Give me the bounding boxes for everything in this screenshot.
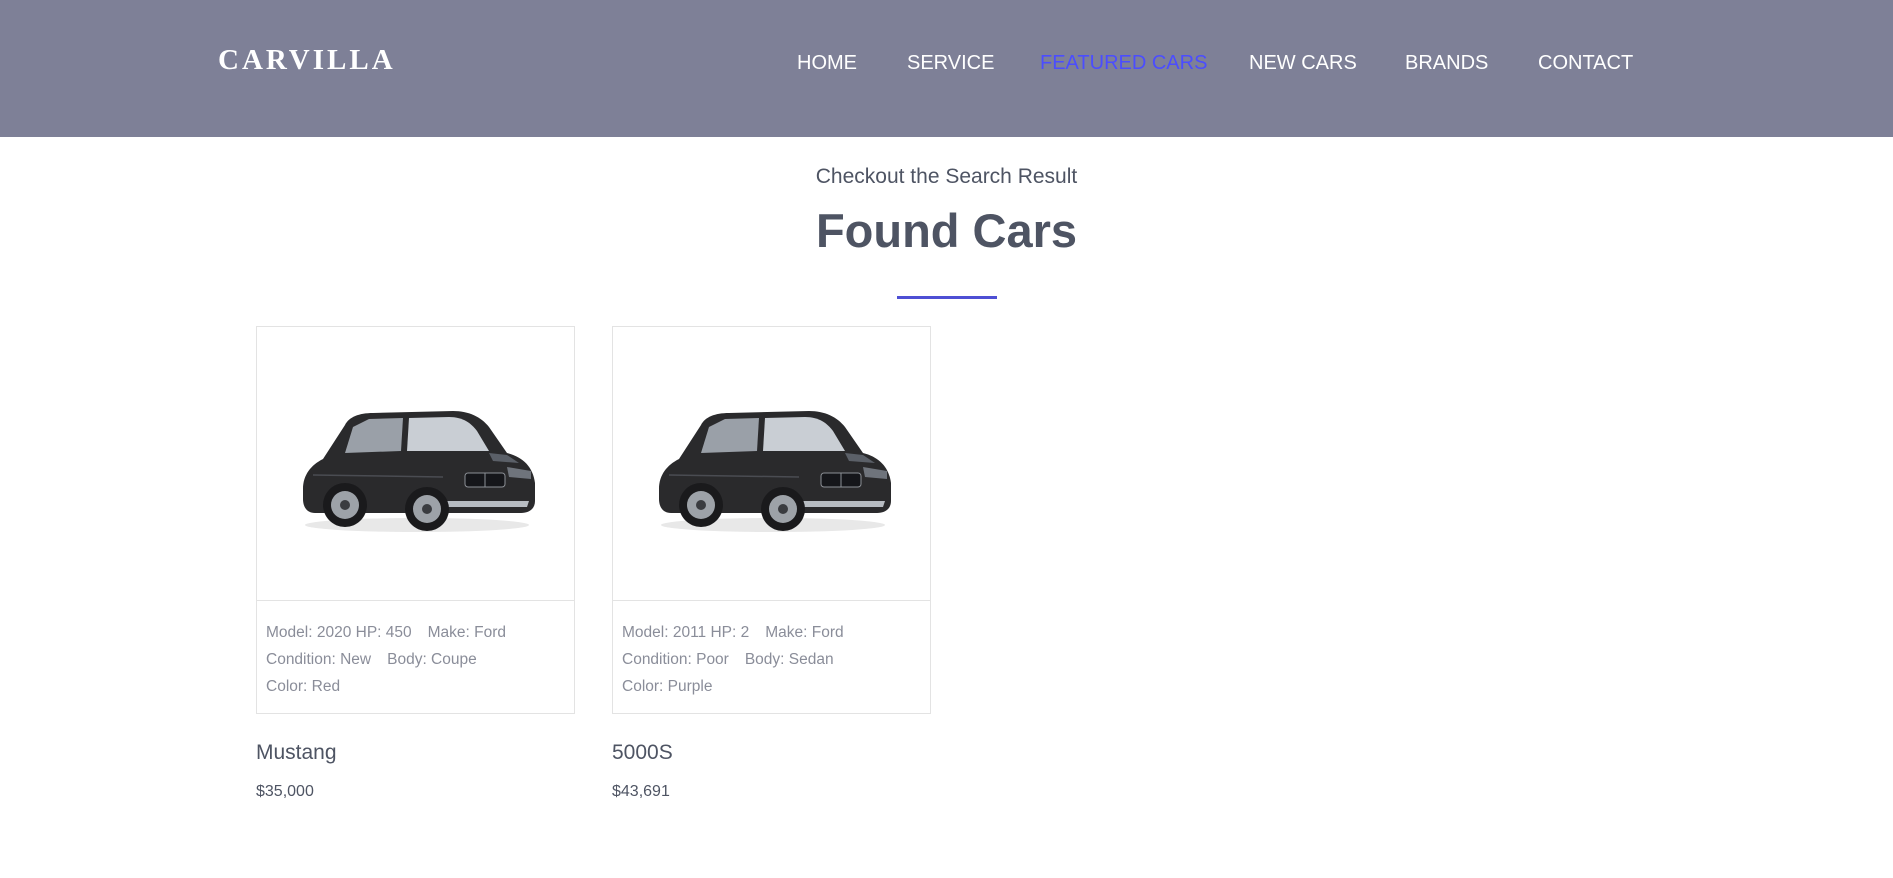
car-card[interactable]: Model: 2020 HP: 450 Make: Ford Condition:… (256, 326, 575, 714)
car-icon (659, 411, 891, 532)
nav-item-brands[interactable]: BRANDS (1405, 52, 1488, 75)
nav-item-new-cars[interactable]: NEW CARS (1249, 52, 1357, 75)
spec-color: Color: Red (266, 678, 341, 695)
spec-hp: HP: 2 (710, 624, 750, 641)
spec-body: Body: Coupe (387, 651, 477, 668)
spec-condition: Condition: Poor (622, 651, 729, 668)
car-icon (303, 411, 535, 532)
section-subtitle: Checkout the Search Result (815, 165, 1078, 188)
nav-item-contact[interactable]: CONTACT (1538, 52, 1633, 75)
spec-condition: Condition: New (266, 651, 372, 668)
spec-make: Make: Ford (427, 624, 507, 641)
spec-model: Model: 2011 (622, 624, 707, 641)
car-name[interactable]: 5000S (612, 741, 673, 765)
title-divider (897, 296, 997, 299)
car-price: $43,691 (612, 783, 670, 800)
car-image[interactable] (613, 327, 930, 601)
nav-item-service[interactable]: SERVICE (907, 52, 994, 75)
car-price: $35,000 (256, 783, 314, 800)
car-specs: Model: 2020 HP: 450 Make: Ford Condition:… (266, 619, 566, 700)
car-name[interactable]: Mustang (256, 741, 337, 765)
spec-model: Model: 2020 (266, 624, 352, 641)
car-card[interactable]: Model: 2011 HP: 2 Make: Ford Condition: P… (612, 326, 931, 714)
car-image[interactable] (257, 327, 574, 601)
logo[interactable]: CARVILLA (218, 44, 396, 77)
spec-make: Make: Ford (765, 624, 844, 641)
nav-item-featured-cars[interactable]: FEATURED CARS (1040, 52, 1207, 75)
nav-item-home[interactable]: HOME (797, 52, 857, 75)
site-header: CARVILLA HOME SERVICE FEATURED CARS NEW … (0, 0, 1893, 137)
spec-color: Color: Purple (622, 678, 713, 695)
spec-hp: HP: 450 (355, 624, 412, 641)
car-specs: Model: 2011 HP: 2 Make: Ford Condition: P… (622, 619, 922, 700)
section-title: Found Cars (815, 204, 1078, 257)
spec-body: Body: Sedan (744, 651, 834, 668)
